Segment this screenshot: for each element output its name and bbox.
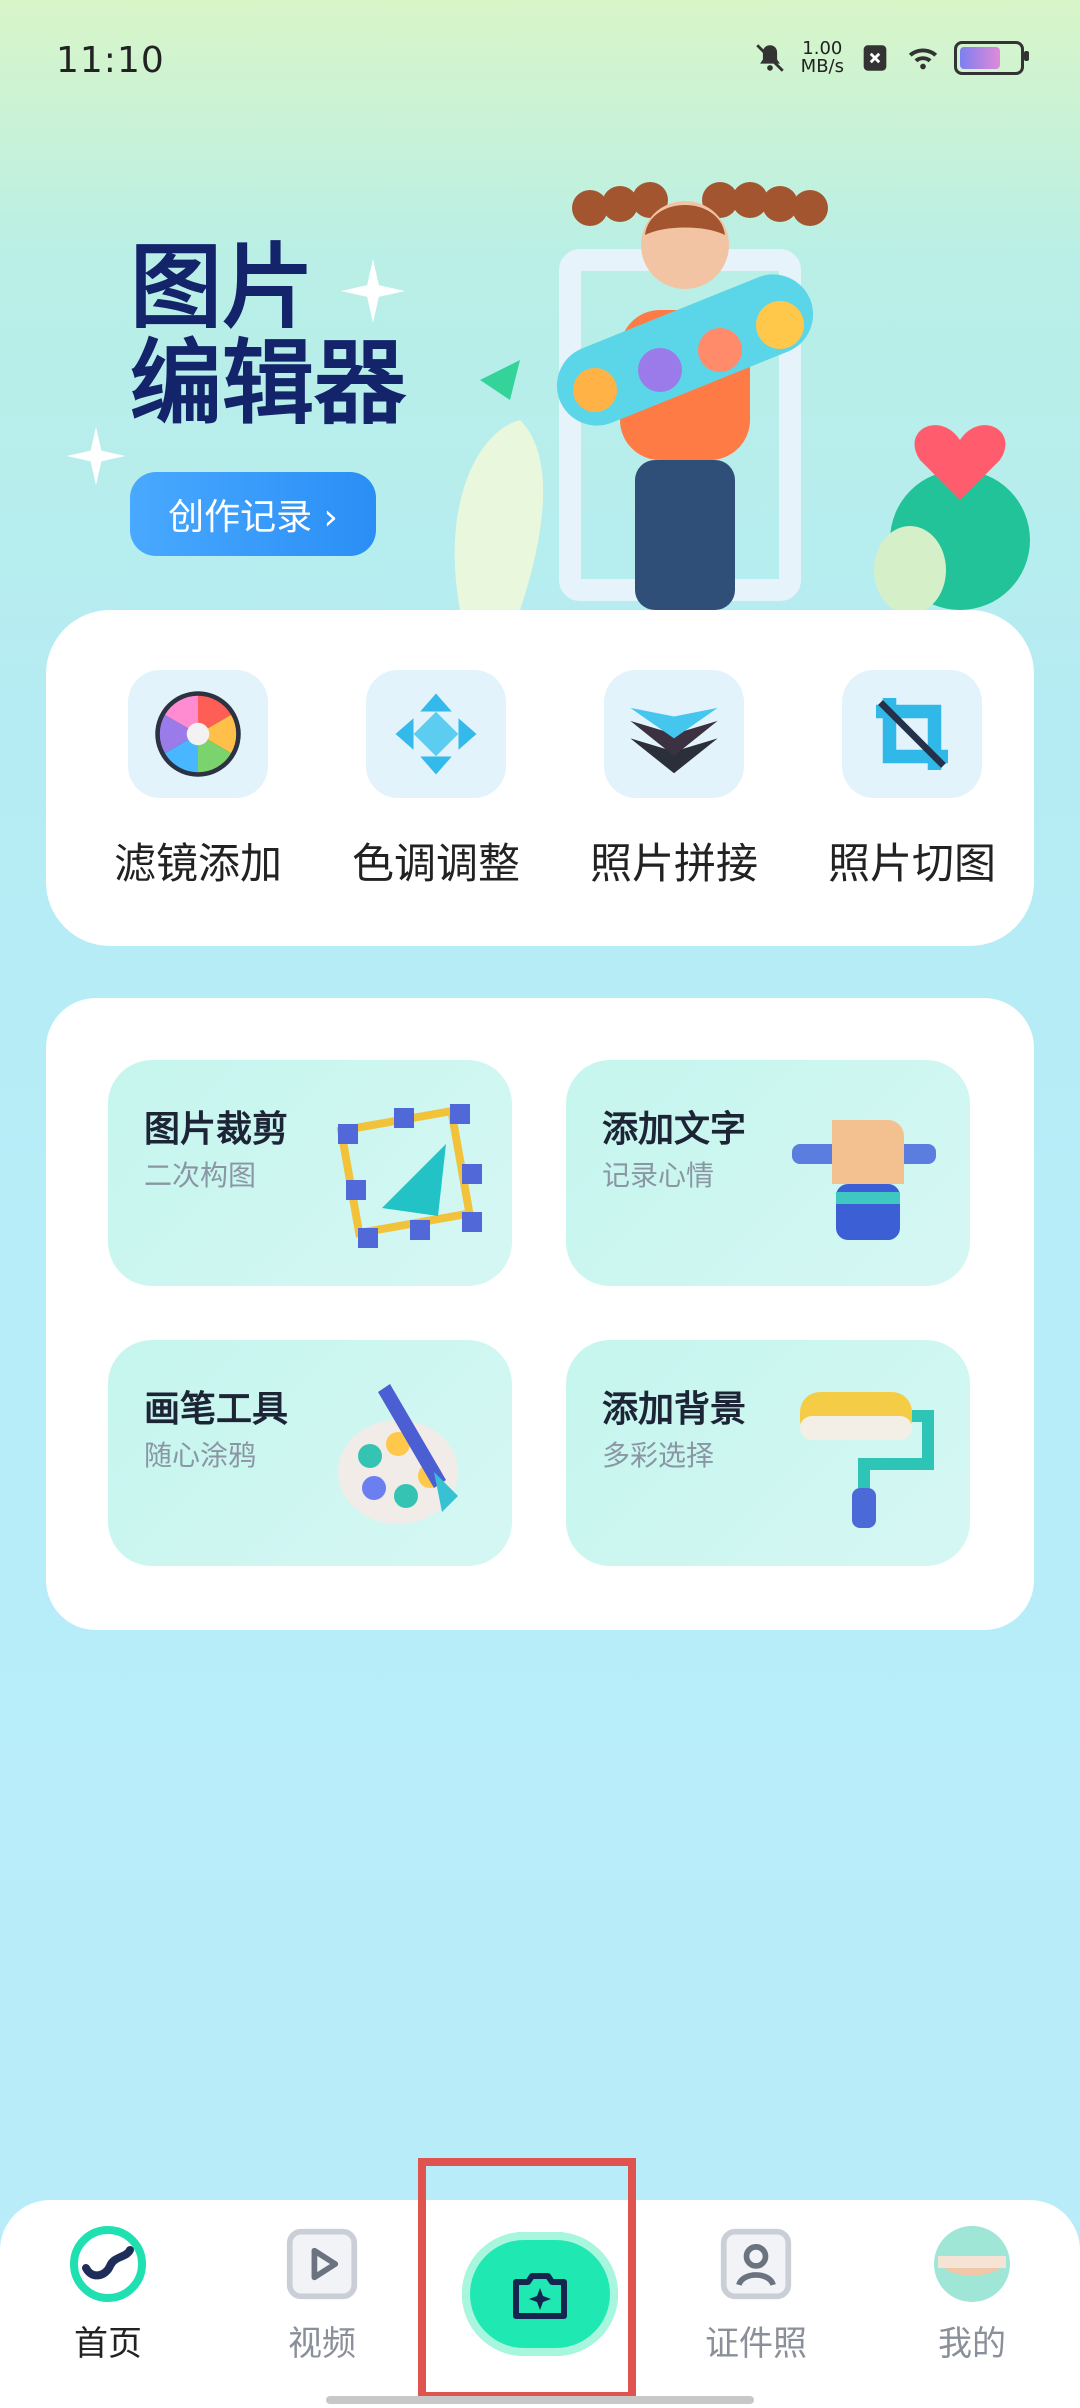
sim-off-icon	[863, 45, 887, 71]
feature-add-text[interactable]: 添加文字 记录心情	[566, 1060, 970, 1286]
battery-icon	[954, 41, 1029, 75]
status-time: 11:10	[56, 40, 165, 81]
feature-image-crop[interactable]: 图片裁剪 二次构图	[108, 1060, 512, 1286]
diamond-arrows-icon	[395, 693, 477, 775]
feature-add-background[interactable]: 添加背景 多彩选择	[566, 1340, 970, 1566]
tool-filter-add[interactable]: 滤镜添加	[88, 670, 308, 891]
nav-id-photo[interactable]: 证件照	[686, 2224, 826, 2365]
feature-subtitle: 随心涂鸦	[144, 1439, 257, 1472]
creation-records-button[interactable]: 创作记录 ›	[130, 472, 376, 556]
sparkle-icon	[340, 258, 406, 324]
feature-subtitle: 二次构图	[144, 1159, 257, 1192]
tool-tile	[366, 670, 506, 798]
tool-tile	[128, 670, 268, 798]
feature-title: 画笔工具	[144, 1389, 289, 1430]
feature-subtitle: 记录心情	[602, 1159, 715, 1192]
nav-video[interactable]: 视频	[252, 2224, 392, 2365]
tool-label: 照片切图	[827, 839, 996, 888]
tool-tone-adjust[interactable]: 色调调整	[326, 670, 546, 891]
hero-illustration	[454, 182, 1030, 610]
video-play-icon	[286, 2228, 358, 2300]
network-speed: 1.00 MB/s	[801, 40, 844, 76]
network-speed-unit: MB/s	[800, 56, 844, 77]
tool-photo-collage[interactable]: 照片拼接	[564, 670, 784, 891]
nav-video-label: 视频	[288, 2324, 356, 2364]
tool-label: 照片拼接	[589, 839, 758, 888]
feature-title: 添加文字	[602, 1109, 747, 1150]
features-card: 图片裁剪 二次构图 添加文字 记录心情 画笔工具 随心涂鸦 添加背景 多彩选择	[46, 998, 1034, 1630]
feature-brush-tool[interactable]: 画笔工具 随心涂鸦	[108, 1340, 512, 1566]
tool-label: 色调调整	[351, 839, 520, 888]
tool-tile	[842, 670, 982, 798]
highlight-box	[418, 2158, 636, 2400]
wifi-icon	[908, 48, 938, 70]
id-photo-person-icon	[720, 2228, 792, 2300]
feature-title: 图片裁剪	[144, 1109, 289, 1150]
status-icons: 1.00 MB/s	[753, 40, 1029, 76]
tools-card: 滤镜添加 色调调整 照片拼接 照片切图	[46, 610, 1034, 946]
crop-frame-icon	[876, 698, 948, 770]
hand-pen-icon	[792, 1120, 936, 1240]
hero-title-line2: 编辑器	[130, 330, 407, 437]
tool-photo-cut[interactable]: 照片切图	[802, 670, 1022, 891]
feature-title: 添加背景	[602, 1389, 747, 1430]
layers-icon	[630, 707, 718, 774]
home-logo-icon	[70, 2226, 146, 2302]
color-wheel-icon	[155, 691, 241, 777]
status-bar: 11:10 1.00 MB/s	[0, 0, 1080, 120]
nav-home-label: 首页	[74, 2324, 142, 2364]
feature-subtitle: 多彩选择	[602, 1439, 715, 1472]
paint-roller-icon	[800, 1392, 934, 1528]
nav-home[interactable]: 首页	[38, 2224, 178, 2365]
tool-tile	[604, 670, 744, 798]
nav-mine[interactable]: 我的	[902, 2224, 1042, 2365]
tool-label: 滤镜添加	[113, 839, 282, 888]
sparkle-icon	[66, 426, 126, 486]
crop-handles-icon	[336, 1104, 482, 1248]
nav-mine-label: 我的	[938, 2324, 1006, 2364]
nav-id-photo-label: 证件照	[705, 2324, 807, 2364]
avatar	[934, 2226, 1010, 2302]
home-indicator	[326, 2396, 754, 2404]
mute-bell-icon	[755, 44, 784, 72]
palette-brush-icon	[338, 1384, 458, 1524]
